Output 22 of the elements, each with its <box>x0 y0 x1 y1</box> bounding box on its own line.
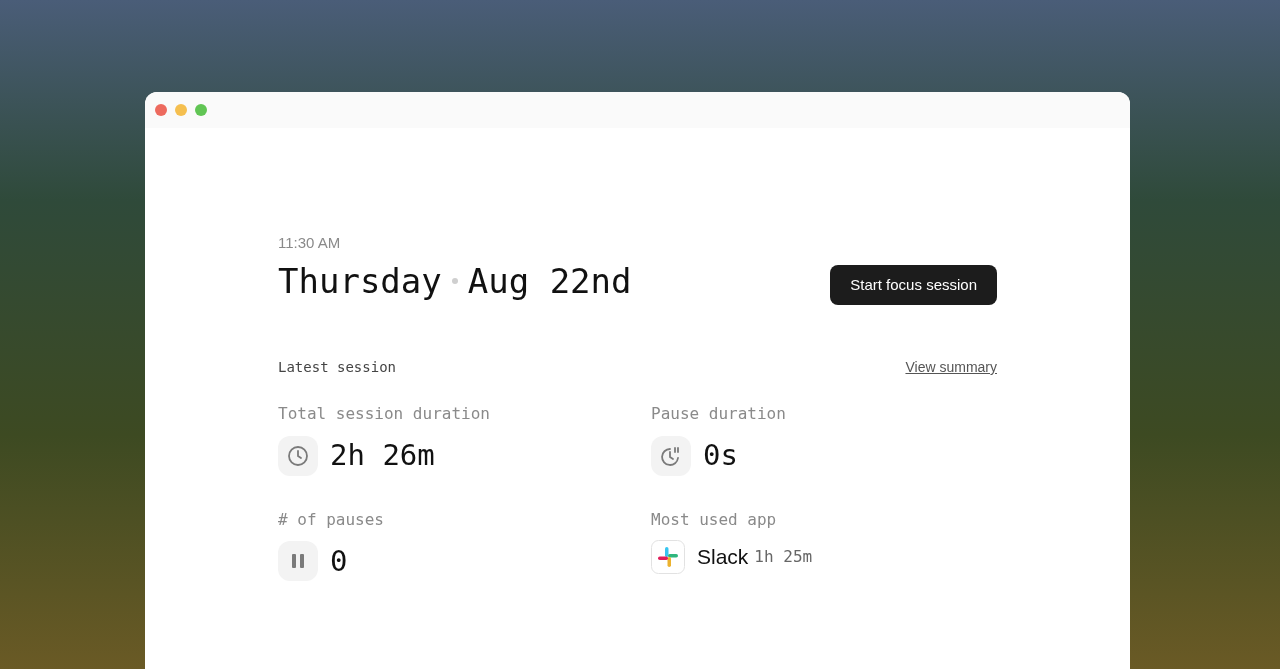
stat-value: Slack <box>697 543 749 570</box>
day-heading: Thursday <box>278 261 442 301</box>
zoom-icon[interactable] <box>195 104 207 116</box>
date-heading: Aug 22nd <box>467 261 632 301</box>
clock-pause-icon <box>651 435 691 476</box>
stat-value: 0 <box>330 542 348 580</box>
stat-detail: 1h 25m <box>754 545 813 568</box>
section-title: Latest session <box>278 358 396 377</box>
stat-value: 0s <box>703 437 738 474</box>
view-summary-link[interactable]: View summary <box>905 357 997 378</box>
stat-value: 2h 26m <box>330 437 435 474</box>
stat-label: # of pauses <box>278 508 385 531</box>
app-logo-icon <box>651 539 685 574</box>
minimize-icon[interactable] <box>175 104 187 116</box>
pause-icon <box>278 541 318 582</box>
stat-label: Pause duration <box>651 403 787 425</box>
clock-icon <box>278 435 318 476</box>
start-focus-session-button[interactable]: Start focus session <box>830 265 997 305</box>
stat-label: Most used app <box>651 508 778 531</box>
close-icon[interactable] <box>155 104 167 116</box>
stat-label: Total session duration <box>278 403 491 425</box>
current-time: 11:30 AM <box>278 233 342 253</box>
